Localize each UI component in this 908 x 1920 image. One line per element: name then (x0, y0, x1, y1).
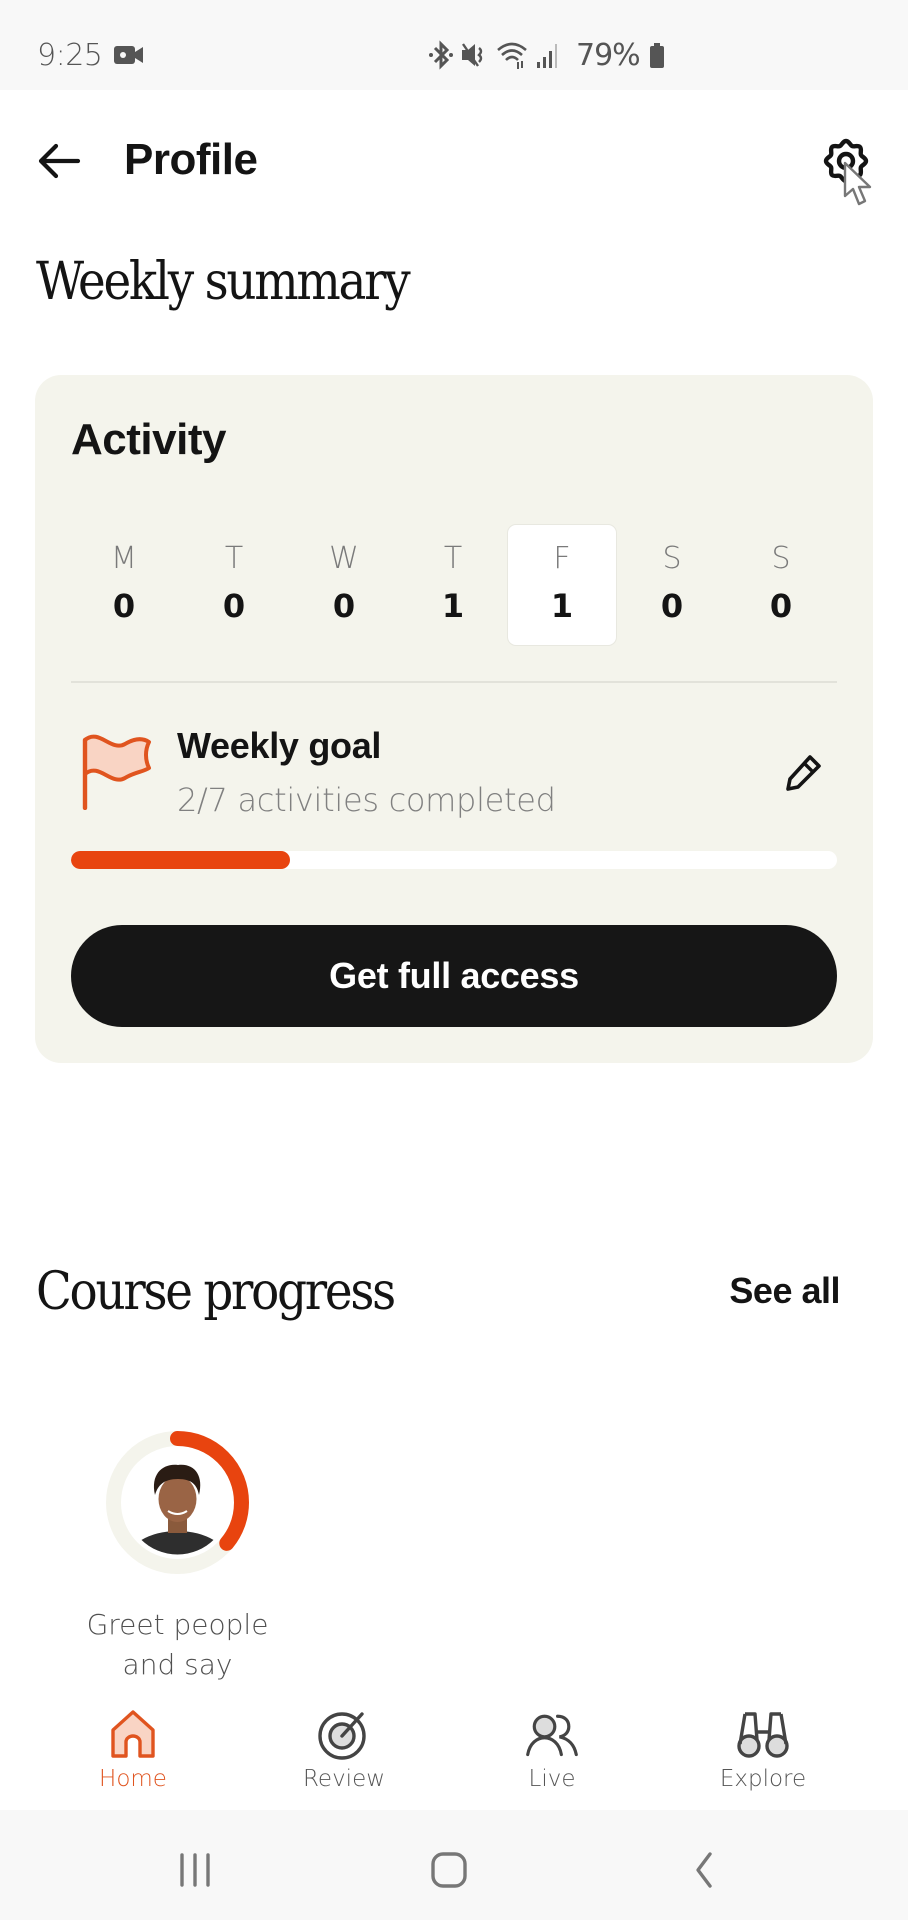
wifi-icon (497, 42, 527, 69)
nav-label: Review (302, 1766, 386, 1792)
home-icon (111, 1710, 155, 1758)
status-bar: 9:25 79% (0, 0, 908, 90)
day-letter: W (329, 541, 359, 576)
nav-home[interactable]: Home (58, 1700, 208, 1800)
avatar (125, 1450, 230, 1555)
battery-percent: 79% (576, 38, 641, 73)
battery-icon (650, 43, 664, 68)
day-letter: S (662, 541, 682, 576)
nav-label: Live (528, 1766, 576, 1792)
top-app-bar: Profile (0, 110, 908, 210)
day-saturday[interactable]: S 0 (618, 525, 726, 645)
status-icons (428, 40, 558, 70)
day-thursday[interactable]: T 1 (399, 525, 507, 645)
weekly-goal-progress-bar (71, 851, 837, 869)
signal-icon (537, 44, 557, 68)
day-count: 0 (769, 587, 793, 625)
system-navigation-bar (0, 1810, 908, 1920)
day-count: 0 (112, 587, 136, 625)
arrow-left-icon (38, 143, 81, 179)
activity-card: Activity M 0 T 0 W 0 T 1 F 1 S 0 S 0 Wee… (35, 375, 873, 1063)
see-all-link[interactable]: See all (700, 1270, 840, 1312)
weekly-goal-progress-fill (71, 851, 290, 869)
day-letter: M (111, 541, 137, 576)
recent-apps-icon (180, 1853, 210, 1887)
day-count: 0 (332, 587, 356, 625)
day-count: 1 (550, 587, 574, 625)
back-button[interactable] (34, 136, 84, 186)
status-time: 9:25 (37, 38, 103, 73)
day-monday[interactable]: M 0 (70, 525, 178, 645)
nav-live[interactable]: Live (477, 1700, 627, 1800)
target-icon (318, 1712, 366, 1760)
binoculars-icon (737, 1712, 789, 1758)
day-friday-today[interactable]: F 1 (508, 525, 616, 645)
nav-label: Explore (719, 1766, 807, 1792)
course-card[interactable]: Greet people and say (60, 1400, 295, 1690)
back-chevron-icon (696, 1852, 712, 1888)
recent-apps-button[interactable] (165, 1845, 225, 1895)
day-letter: S (771, 541, 791, 576)
day-wednesday[interactable]: W 0 (290, 525, 398, 645)
bottom-navigation: Home Review Live Explore (0, 1690, 908, 1808)
day-count: 0 (660, 587, 684, 625)
flag-icon (82, 734, 151, 810)
weekly-summary-heading: Weekly summary (36, 252, 411, 312)
get-full-access-button[interactable]: Get full access (71, 925, 837, 1027)
home-system-button[interactable] (419, 1845, 479, 1895)
nav-label: Home (99, 1766, 167, 1792)
day-count: 0 (222, 587, 246, 625)
settings-button[interactable] (818, 133, 874, 189)
course-caption: Greet people and say (86, 1608, 269, 1681)
bluetooth-icon (429, 40, 453, 70)
people-icon (526, 1714, 578, 1757)
day-letter: T (443, 541, 463, 576)
week-days-row: M 0 T 0 W 0 T 1 F 1 S 0 S 0 (71, 525, 837, 645)
day-tuesday[interactable]: T 0 (180, 525, 288, 645)
home-button-icon (431, 1852, 467, 1888)
pencil-icon (786, 755, 821, 791)
back-system-button[interactable] (674, 1845, 734, 1895)
weekly-goal-subtitle: 2/7 activities completed (177, 781, 556, 819)
nav-review[interactable]: Review (269, 1700, 419, 1800)
day-letter: T (224, 541, 244, 576)
day-count: 1 (441, 587, 465, 625)
nav-explore[interactable]: Explore (688, 1700, 838, 1800)
page-title: Profile (124, 135, 258, 184)
edit-goal-button[interactable] (775, 745, 831, 801)
weekly-goal-title: Weekly goal (177, 725, 382, 766)
course-progress-heading: Course progress (36, 1262, 396, 1322)
video-camera-icon (114, 46, 143, 64)
divider (71, 681, 837, 683)
course-progress-ring (106, 1431, 249, 1574)
mute-icon (462, 43, 483, 67)
activity-title: Activity (71, 415, 226, 464)
day-letter: F (553, 541, 571, 576)
day-sunday[interactable]: S 0 (727, 525, 835, 645)
gear-icon (823, 138, 869, 184)
